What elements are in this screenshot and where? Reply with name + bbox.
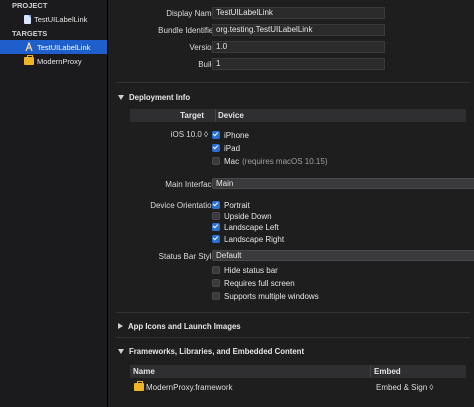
disclosure-expanded-icon[interactable] — [118, 94, 124, 100]
checkbox-label: Mac — [224, 156, 240, 166]
ios-version-popup[interactable]: iOS 10.0 ◊ — [171, 130, 208, 139]
disclosure-collapsed-icon[interactable] — [118, 323, 123, 329]
display-name-field[interactable]: TestUILabelLink — [212, 7, 385, 19]
checkbox-checked-icon[interactable] — [212, 131, 220, 139]
col-device: Device — [218, 111, 244, 120]
divider — [116, 312, 470, 313]
bundle-id-row: Bundle Identifier org.testing.TestUILabe… — [108, 23, 474, 37]
divider — [116, 337, 470, 338]
build-row: Build 1 — [108, 57, 474, 71]
project-file-icon — [24, 14, 31, 24]
frameworks-header[interactable]: Frameworks, Libraries, and Embedded Cont… — [118, 344, 304, 358]
sidebar-item-label: TestUILabelLink — [34, 14, 88, 24]
checkbox-checked-icon[interactable] — [212, 144, 220, 152]
project-header: PROJECT — [12, 1, 48, 10]
targets-header: TARGETS — [12, 29, 48, 38]
sidebar-item-label: ModernProxy — [37, 56, 82, 66]
main-interface-label: Main Interface — [165, 179, 216, 189]
checkbox-checked-icon[interactable] — [212, 201, 220, 209]
version-row: Version 1.0 — [108, 40, 474, 54]
bundle-id-label: Bundle Identifier — [158, 25, 216, 35]
mac-requirement-note: (requires macOS 10.15) — [242, 156, 328, 166]
checkbox-label: iPhone — [224, 130, 249, 140]
requires-full-screen-checkbox[interactable]: Requires full screen — [212, 277, 295, 289]
section-title: Frameworks, Libraries, and Embedded Cont… — [129, 346, 305, 356]
orientation-label: Device Orientation — [150, 200, 216, 210]
checkbox-checked-icon[interactable] — [212, 223, 220, 231]
sidebar-item-target-app[interactable]: TestUILabelLink — [0, 40, 107, 54]
app-icons-header[interactable]: App Icons and Launch Images — [118, 319, 241, 333]
framework-name: ModernProxy.framework — [146, 382, 233, 392]
checkbox-label: Upside Down — [224, 211, 272, 221]
checkbox-unchecked-icon[interactable] — [212, 266, 220, 274]
checkbox-unchecked-icon[interactable] — [212, 292, 220, 300]
section-title: Deployment Info — [129, 92, 191, 102]
disclosure-expanded-icon[interactable] — [118, 348, 124, 354]
orientation-row: Device Orientation — [108, 198, 474, 212]
display-name-row: Display Name TestUILabelLink — [108, 6, 474, 20]
main-interface-combobox[interactable]: Main ⌄ — [212, 178, 474, 189]
general-settings-panel: Display Name TestUILabelLink Bundle Iden… — [108, 0, 474, 407]
checkbox-label: Supports multiple windows — [224, 291, 319, 301]
frameworks-table-header: Name Embed — [130, 365, 466, 378]
col-target: Target — [180, 111, 204, 120]
column-divider — [215, 109, 216, 122]
app-target-icon — [24, 41, 34, 52]
device-ipad-checkbox[interactable]: iPad — [212, 142, 240, 154]
embed-popup[interactable]: Embed & Sign ◊ — [376, 383, 433, 392]
deployment-table-header: Target Device — [130, 109, 466, 122]
checkbox-unchecked-icon[interactable] — [212, 157, 220, 165]
section-title: App Icons and Launch Images — [128, 321, 241, 331]
device-iphone-checkbox[interactable]: iPhone — [212, 129, 249, 141]
col-name: Name — [133, 367, 155, 376]
col-embed: Embed — [374, 367, 401, 376]
checkbox-label: Landscape Left — [224, 222, 279, 232]
hide-status-bar-checkbox[interactable]: Hide status bar — [212, 264, 278, 276]
sidebar-item-project[interactable]: TestUILabelLink — [0, 12, 107, 26]
divider — [116, 82, 470, 83]
table-row[interactable]: ModernProxy.framework Embed & Sign ◊ — [130, 380, 466, 394]
supports-multiple-windows-checkbox[interactable]: Supports multiple windows — [212, 290, 319, 302]
orientation-landscape-right-checkbox[interactable]: Landscape Right — [212, 233, 284, 245]
status-bar-style-popup[interactable]: Default ⇕ — [212, 250, 474, 261]
framework-toolbox-icon — [24, 55, 34, 65]
deployment-info-header[interactable]: Deployment Info — [118, 90, 190, 104]
orientation-landscape-left-checkbox[interactable]: Landscape Left — [212, 221, 279, 233]
build-field[interactable]: 1 — [212, 58, 385, 70]
bundle-id-field[interactable]: org.testing.TestUILabelLink — [212, 24, 385, 36]
status-bar-value: Default — [216, 251, 242, 260]
device-mac-checkbox[interactable]: Mac (requires macOS 10.15) — [212, 155, 328, 167]
checkbox-label: Landscape Right — [224, 234, 285, 244]
version-field[interactable]: 1.0 — [212, 41, 385, 53]
checkbox-label: iPad — [224, 143, 241, 153]
framework-toolbox-icon — [134, 381, 144, 391]
checkbox-label: Hide status bar — [224, 265, 278, 275]
checkbox-checked-icon[interactable] — [212, 235, 220, 243]
checkbox-label: Portrait — [224, 200, 250, 210]
sidebar-item-label: TestUILabelLink — [37, 42, 91, 52]
checkbox-label: Requires full screen — [224, 278, 295, 288]
sidebar-item-target-framework[interactable]: ModernProxy — [0, 54, 107, 68]
checkbox-unchecked-icon[interactable] — [212, 279, 220, 287]
display-name-label: Display Name — [166, 8, 216, 18]
main-interface-value: Main — [216, 179, 234, 188]
ios-version-row: iOS 10.0 ◊ — [108, 127, 212, 141]
status-bar-label: Status Bar Style — [158, 251, 216, 261]
column-divider — [370, 365, 371, 378]
project-navigator-sidebar: PROJECT TestUILabelLink TARGETS TestUILa… — [0, 0, 108, 407]
checkbox-unchecked-icon[interactable] — [212, 212, 220, 220]
